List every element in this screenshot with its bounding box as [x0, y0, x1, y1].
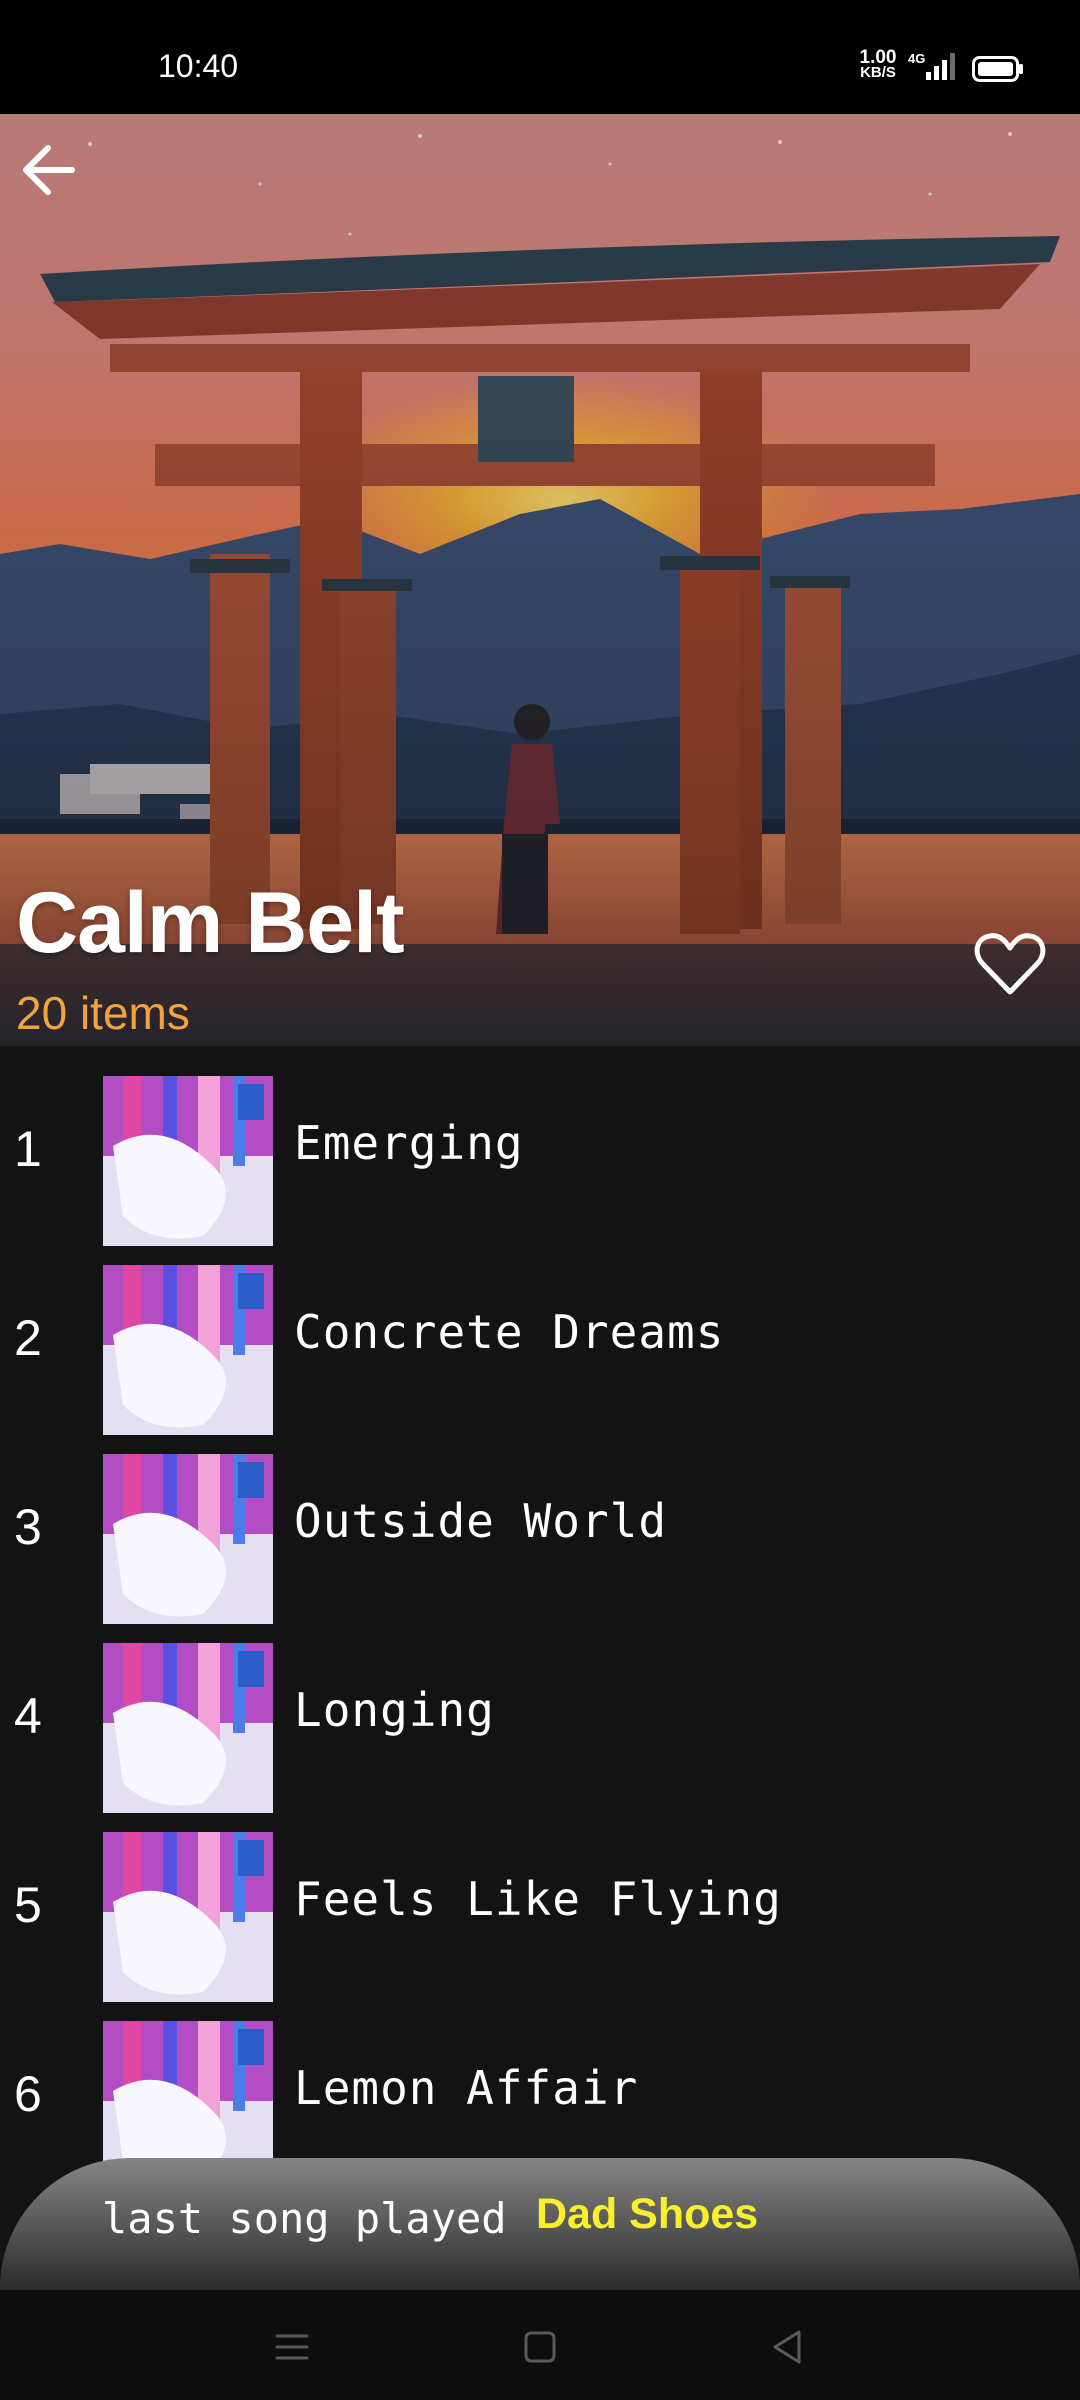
- track-cover-thumbnail: [103, 1265, 273, 1435]
- track-row[interactable]: 3 Outside World: [0, 1424, 1080, 1624]
- status-time: 10:40: [158, 48, 239, 84]
- playlist-title: Calm Belt: [16, 875, 405, 971]
- signal-icon: 4G: [908, 51, 955, 80]
- home-square-icon[interactable]: [515, 2322, 565, 2372]
- track-number: 6: [14, 2066, 42, 2122]
- track-number: 2: [14, 1310, 42, 1366]
- track-title: Feels Like Flying: [294, 1872, 782, 1926]
- track-number: 5: [14, 1877, 42, 1933]
- network-type-label: 4G: [908, 51, 925, 66]
- track-row[interactable]: 4 Longing: [0, 1613, 1080, 1813]
- track-row[interactable]: 6 Lemon Affair: [0, 1991, 1080, 2191]
- battery-icon: [972, 56, 1023, 82]
- back-arrow-icon[interactable]: [14, 134, 84, 204]
- track-row[interactable]: 5 Feels Like Flying: [0, 1802, 1080, 2002]
- track-number: 1: [14, 1121, 42, 1177]
- track-row[interactable]: 1 Emerging: [0, 1046, 1080, 1246]
- track-cover-thumbnail: [103, 1076, 273, 1246]
- track-title: Outside World: [294, 1494, 668, 1548]
- track-number: 4: [14, 1688, 42, 1744]
- menu-icon[interactable]: [267, 2322, 317, 2372]
- track-title: Emerging: [294, 1116, 524, 1170]
- track-cover-thumbnail: [103, 1643, 273, 1813]
- playlist-header: Calm Belt 20 items: [0, 114, 1080, 1046]
- network-speed-unit: KB/S: [860, 64, 896, 81]
- status-bar: 10:40 1.00 KB/S 4G: [0, 0, 1080, 114]
- track-list: 1 Emerging 2 Concrete Dreams 3 Outside W…: [0, 1046, 1080, 2286]
- track-cover-thumbnail: [103, 1832, 273, 2002]
- network-speed-value: 1.00: [859, 47, 897, 68]
- track-cover-thumbnail: [103, 1454, 273, 1624]
- track-number: 3: [14, 1499, 42, 1555]
- back-triangle-icon[interactable]: [763, 2322, 813, 2372]
- system-nav-bar: [0, 2290, 1080, 2400]
- track-title: Longing: [294, 1683, 495, 1737]
- track-title: Concrete Dreams: [294, 1305, 725, 1359]
- track-title: Lemon Affair: [294, 2061, 639, 2115]
- now-playing-song[interactable]: Dad Shoes: [536, 2190, 758, 2239]
- now-playing-label: last song played: [102, 2194, 507, 2243]
- track-row[interactable]: 2 Concrete Dreams: [0, 1235, 1080, 1435]
- network-speed: 1.00 KB/S: [858, 47, 898, 81]
- playlist-item-count: 20 items: [16, 987, 190, 1039]
- now-playing-bar[interactable]: last song played Dad Shoes: [0, 2158, 1080, 2290]
- heart-outline-icon[interactable]: [970, 924, 1050, 1004]
